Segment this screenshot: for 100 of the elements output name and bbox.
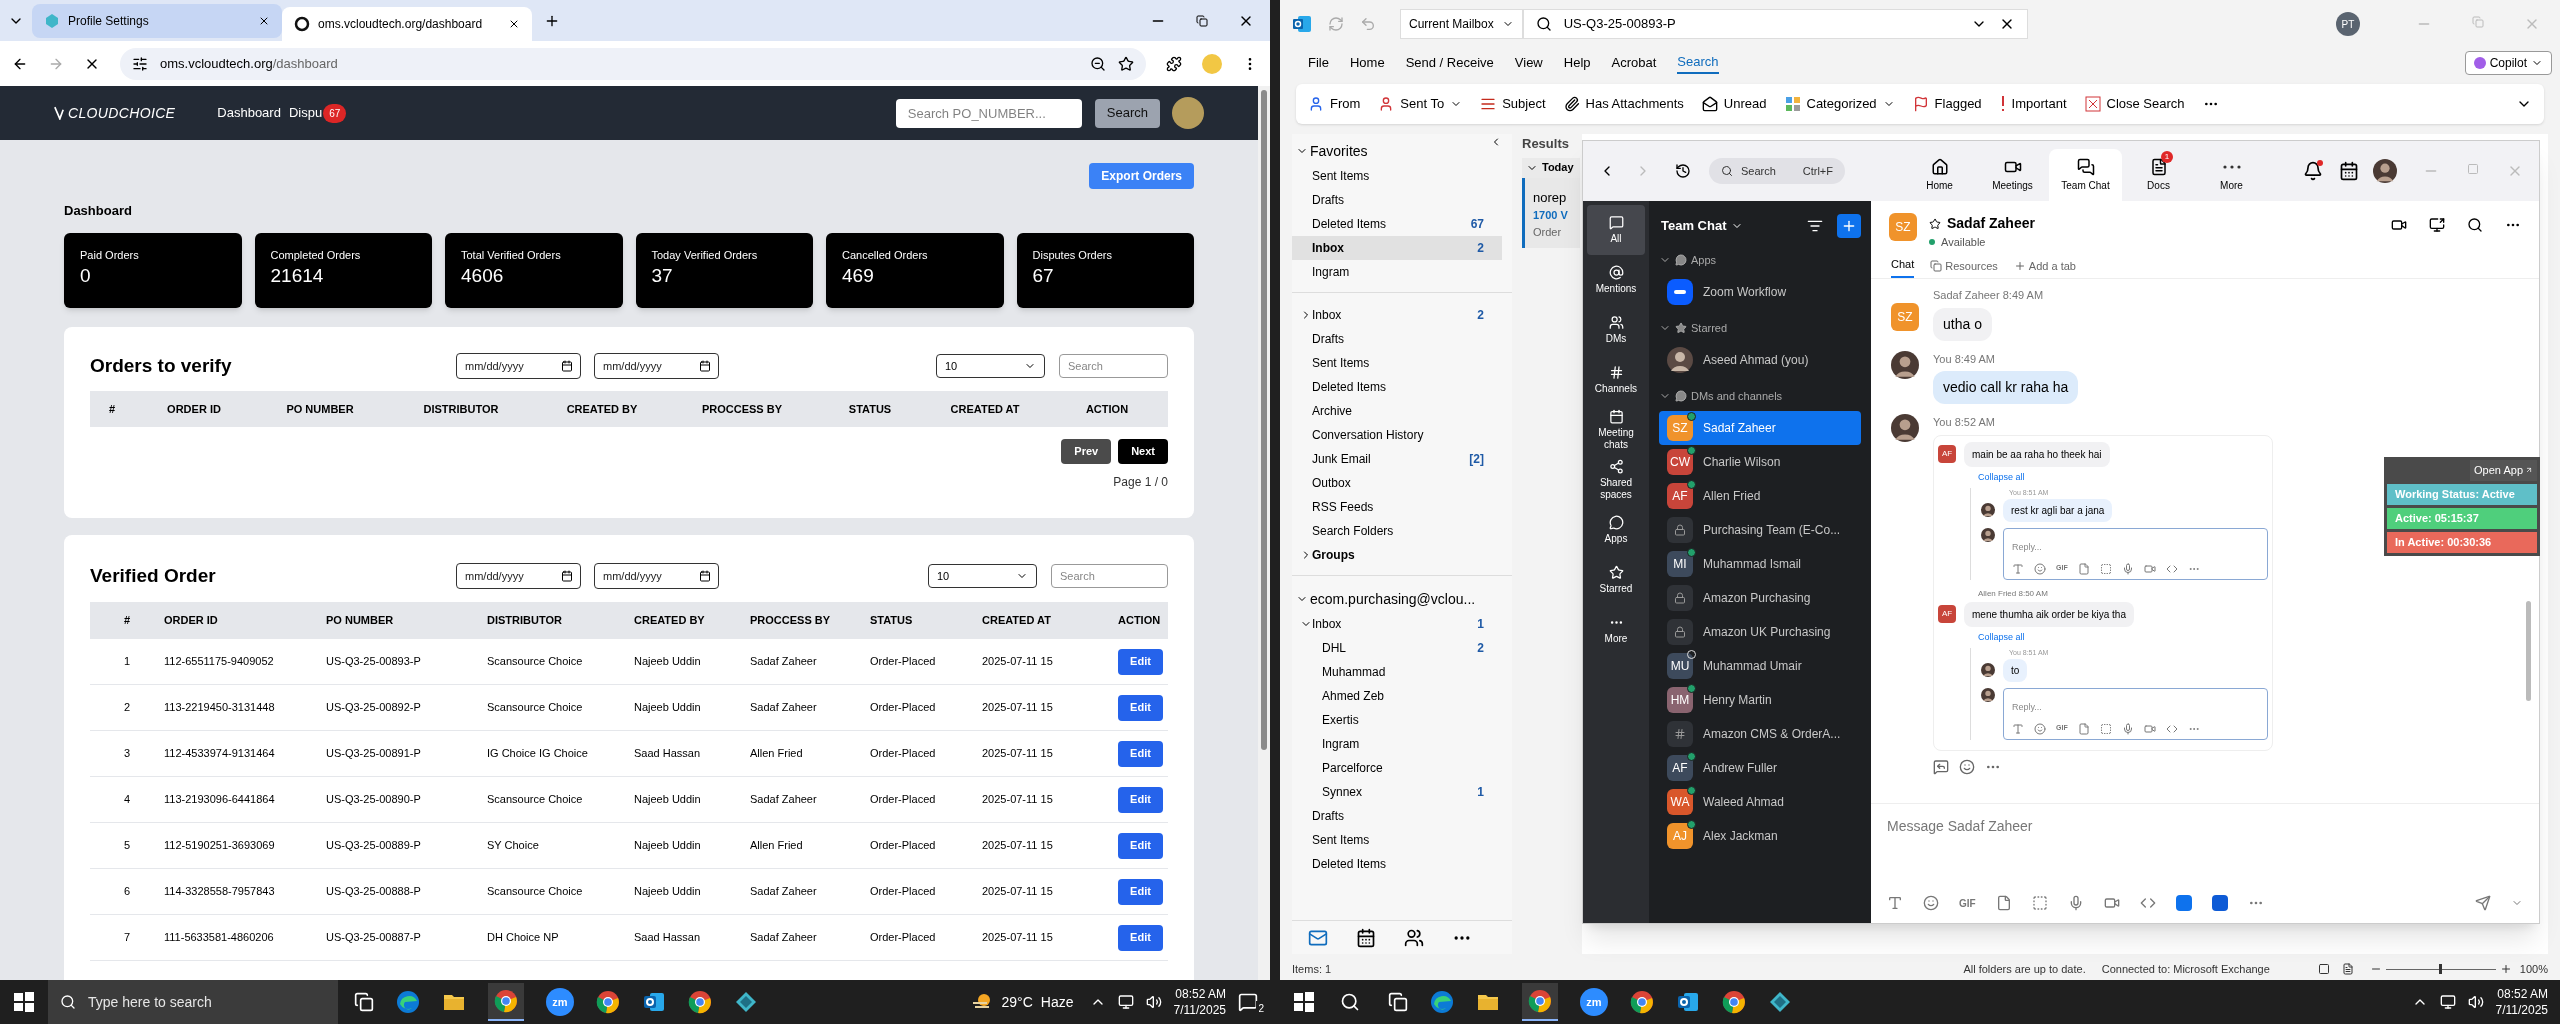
folder-item[interactable]: Inbox 2 [1292,303,1502,327]
menu-tab[interactable]: View [1514,53,1543,73]
browser-icon[interactable] [596,990,620,1014]
volume-icon[interactable] [1145,994,1162,1010]
page-size-select[interactable]: 10 [928,563,1037,588]
top-tab[interactable]: Home [1903,149,1976,201]
ribbon-button[interactable]: Subject [1480,94,1546,114]
browser-icon[interactable] [688,990,712,1014]
emoji-icon[interactable] [1959,758,1975,775]
folder-item[interactable]: Deleted Items [1292,852,1502,876]
top-tab[interactable]: More [2195,149,2268,201]
side-nav-item[interactable]: Starred [1587,555,1645,605]
side-nav-item[interactable]: Shared spaces [1587,455,1645,505]
channel-item[interactable]: Aseed Ahmad (you) [1659,343,1861,377]
folder-item[interactable]: Deleted Items 67 [1292,212,1502,236]
folder-item[interactable]: Deleted Items [1292,375,1502,399]
task-view-icon[interactable] [1388,992,1408,1012]
zoom-out-icon[interactable] [1090,55,1106,72]
windows-logo-icon[interactable] [14,992,34,1012]
open-app-button[interactable]: Open App [2470,460,2537,481]
copilot-button[interactable]: Copilot [2464,51,2552,75]
calendar-icon[interactable] [2339,161,2359,181]
new-chat-button[interactable] [1837,214,1861,238]
folder-item[interactable]: DHL 2 [1292,636,1502,660]
ribbon-button[interactable]: Categorized [1784,94,1895,114]
bell-icon[interactable] [2303,161,2323,181]
scope-dropdown[interactable]: Current Mailbox [1400,9,1523,39]
browser-icon[interactable] [396,990,420,1014]
ribbon-button[interactable]: Important [1999,94,2067,114]
emoji-icon[interactable] [2034,722,2046,735]
screenshot-icon[interactable] [2099,722,2112,735]
edit-button[interactable]: Edit [1118,786,1163,813]
channel-item[interactable]: Zoom Workflow [1659,275,1861,309]
format-icon[interactable] [1887,895,1903,911]
emoji-icon[interactable] [2034,562,2046,575]
section-header[interactable]: DMs and channels [1659,381,1861,411]
folder-item[interactable]: Muhammad [1292,660,1502,684]
folder-item[interactable]: Ingram [1292,732,1502,756]
folder-item[interactable]: Groups [1292,543,1502,567]
search-icon[interactable] [1340,992,1360,1012]
folder-section-header[interactable]: ecom.purchasing@vclou... [1292,586,1512,612]
channel-item[interactable]: Purchasing Team (E-Co... [1659,513,1861,547]
channel-item[interactable]: AJ Alex Jackman [1659,819,1861,853]
screenshot-icon[interactable] [2031,895,2048,911]
mic-icon[interactable] [2121,562,2134,575]
side-nav-item[interactable]: More [1587,605,1645,655]
mail-search-field[interactable]: US-Q3-25-00893-P [1522,9,2028,39]
folder-item[interactable]: Junk Email [2] [1292,447,1502,471]
po-search-field[interactable]: Search PO_NUMBER... [895,98,1082,128]
side-nav-item[interactable]: Channels [1587,355,1645,405]
top-tab[interactable]: Docs 1 [2122,149,2195,201]
ribbon-button[interactable]: From [1308,94,1361,114]
send-icon[interactable] [2475,895,2491,911]
date-field[interactable]: mm/dd/yyyy [456,352,581,379]
side-nav-item[interactable]: Apps [1587,505,1645,555]
folder-item[interactable]: Parcelforce [1292,756,1502,780]
folder-item[interactable]: RSS Feeds [1292,495,1502,519]
avatar[interactable] [1172,97,1204,129]
edit-button[interactable]: Edit [1118,832,1163,859]
scrollbar[interactable] [2526,601,2531,701]
folder-item[interactable]: Ingram [1292,260,1502,284]
section-header[interactable]: Apps [1659,245,1861,275]
channel-item[interactable]: MI Muhammad Ismail [1659,547,1861,581]
folder-item[interactable]: Drafts [1292,188,1502,212]
edit-button[interactable]: Edit [1118,924,1163,951]
chat-tab[interactable]: Chat [1891,255,1915,278]
collapse-link[interactable]: Collapse all [1978,470,2025,484]
menu-tab[interactable]: Help [1563,53,1591,73]
chat-tab[interactable]: Resources [1930,257,1998,278]
screenshot-icon[interactable] [2099,562,2112,575]
video-icon[interactable] [2391,217,2407,233]
search-field[interactable]: Search Ctrl+F [1709,158,1845,184]
menu-tab[interactable]: Send / Receive [1405,53,1494,73]
browser-tab[interactable]: oms.vcloudtech.org/dashboard [282,7,532,41]
channel-item[interactable]: MU Muhammad Umair [1659,649,1861,683]
section-header[interactable]: Starred [1659,313,1861,343]
search-field[interactable]: Search [1051,563,1168,588]
side-nav-item[interactable]: DMs [1587,305,1645,355]
folder-item[interactable]: Inbox 2 [1292,236,1502,260]
folder-item[interactable]: Archive [1292,399,1502,423]
file-icon[interactable] [1995,895,2012,911]
side-nav-item[interactable]: All [1587,205,1645,255]
browser-icon[interactable] [1528,989,1552,1013]
reply-icon[interactable] [1933,758,1949,775]
search-field[interactable]: Search [1059,353,1168,378]
share-screen-icon[interactable] [2429,217,2445,233]
channel-item[interactable]: Amazon UK Purchasing [1659,615,1861,649]
panel-title[interactable]: Team Chat [1661,216,1727,236]
edit-button[interactable]: Edit [1118,740,1163,767]
edit-button[interactable]: Edit [1118,694,1163,721]
reading-view-icon[interactable] [2341,963,2354,975]
message-field[interactable]: Message Sadaf Zaheer [1887,816,2523,837]
filter-icon[interactable] [1807,218,1823,234]
date-field[interactable]: mm/dd/yyyy [594,352,719,379]
channel-item[interactable]: HM Henry Martin [1659,683,1861,717]
folder-item[interactable]: Sent Items [1292,828,1502,852]
search-icon[interactable] [2467,217,2483,233]
ribbon-button[interactable]: Flagged [1912,94,1982,114]
bookmark-star-icon[interactable] [1118,55,1134,72]
menu-tab[interactable]: Search [1677,52,1719,74]
